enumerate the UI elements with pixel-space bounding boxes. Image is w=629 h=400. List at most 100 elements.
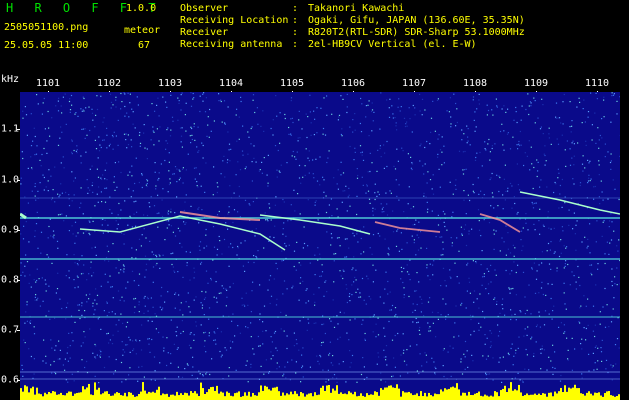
noise-dot <box>398 98 400 100</box>
noise-dot <box>335 253 337 255</box>
noise-dot <box>282 259 285 261</box>
noise-dot <box>348 194 350 196</box>
noise-dot <box>204 191 206 193</box>
noise-dot <box>224 176 226 178</box>
noise-dot <box>95 345 97 347</box>
activity-sample <box>84 389 86 400</box>
noise-dot <box>293 189 295 191</box>
noise-dot <box>180 135 183 137</box>
noise-dot <box>318 363 320 365</box>
noise-dot <box>550 241 552 243</box>
noise-dot <box>65 215 67 217</box>
noise-dot <box>579 182 582 184</box>
activity-sample <box>612 395 614 400</box>
noise-dot <box>315 158 317 160</box>
noise-dot <box>611 285 613 287</box>
noise-dot <box>520 119 522 121</box>
noise-dot <box>129 171 131 173</box>
noise-dot <box>492 357 494 359</box>
noise-dot <box>77 286 79 288</box>
noise-dot <box>356 233 358 235</box>
noise-dot <box>319 156 321 158</box>
noise-dot <box>360 152 362 154</box>
noise-dot <box>284 113 286 116</box>
noise-dot <box>465 307 467 309</box>
noise-dot <box>383 356 385 358</box>
noise-dot <box>339 270 341 272</box>
noise-dot <box>191 127 193 130</box>
noise-dot <box>100 177 102 179</box>
noise-dot <box>411 162 413 164</box>
noise-dot <box>179 309 181 311</box>
activity-sample <box>556 393 558 400</box>
noise-dot <box>259 284 261 286</box>
noise-dot <box>285 377 287 379</box>
activity-sample <box>272 387 274 400</box>
activity-sample <box>114 393 116 400</box>
noise-dot <box>490 264 492 266</box>
noise-dot <box>147 320 149 322</box>
noise-dot <box>555 183 557 185</box>
noise-dot <box>24 265 26 267</box>
noise-dot <box>39 159 41 161</box>
noise-dot <box>117 330 119 332</box>
noise-dot <box>150 297 152 299</box>
meta-key: Receiving Location <box>180 15 289 26</box>
activity-sample <box>346 394 348 400</box>
noise-dot <box>435 336 437 338</box>
noise-dot <box>233 209 236 211</box>
noise-dot <box>573 143 575 145</box>
noise-dot <box>103 366 106 369</box>
activity-sample <box>508 388 510 400</box>
noise-dot <box>293 332 295 334</box>
noise-dot <box>372 120 374 122</box>
noise-dot <box>185 102 187 104</box>
noise-dot <box>102 174 104 176</box>
noise-dot <box>515 111 517 113</box>
noise-dot <box>472 96 475 98</box>
noise-dot <box>216 301 218 303</box>
noise-dot <box>478 193 480 195</box>
noise-dot <box>354 151 356 153</box>
noise-dot <box>94 139 96 141</box>
noise-dot <box>373 111 375 113</box>
noise-dot <box>263 373 265 375</box>
activity-sample <box>518 384 520 400</box>
noise-dot <box>172 173 174 175</box>
noise-dot <box>329 318 331 320</box>
noise-dot <box>118 259 120 261</box>
activity-sample <box>566 391 568 400</box>
noise-dot <box>81 359 83 361</box>
noise-dot <box>50 175 52 177</box>
noise-dot <box>73 380 75 382</box>
noise-dot <box>348 247 350 249</box>
noise-dot <box>541 281 543 283</box>
noise-dot <box>70 94 73 97</box>
noise-dot <box>406 264 408 266</box>
noise-dot <box>447 351 449 353</box>
noise-dot <box>40 165 42 167</box>
noise-dot <box>34 135 36 138</box>
noise-dot <box>536 175 538 178</box>
noise-dot <box>337 169 339 171</box>
noise-dot <box>540 352 542 354</box>
noise-dot <box>155 185 157 187</box>
noise-dot <box>168 152 170 154</box>
noise-dot <box>276 268 278 270</box>
noise-dot <box>295 339 297 341</box>
noise-dot <box>329 352 331 354</box>
noise-dot <box>45 283 47 285</box>
noise-dot <box>113 373 115 375</box>
noise-dot <box>564 149 566 151</box>
noise-dot <box>37 297 39 299</box>
noise-dot <box>609 161 612 164</box>
noise-dot <box>185 251 187 253</box>
noise-dot <box>29 274 31 276</box>
noise-dot <box>215 271 217 273</box>
noise-dot <box>257 335 259 338</box>
noise-dot <box>437 156 439 158</box>
noise-dot <box>35 153 38 155</box>
noise-dot <box>222 160 224 162</box>
noise-dot <box>177 366 179 368</box>
noise-dot <box>349 293 351 295</box>
